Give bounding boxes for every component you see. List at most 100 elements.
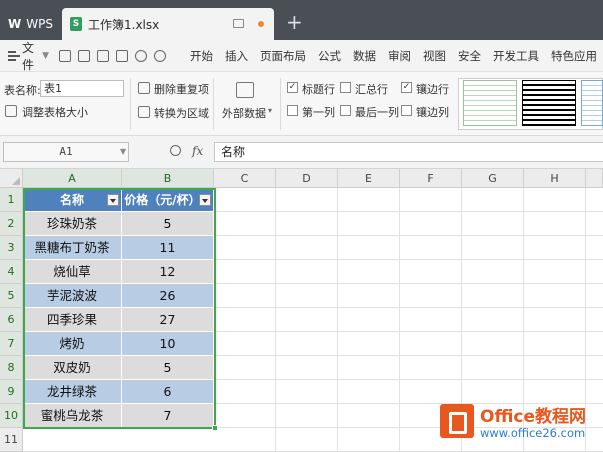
row-header[interactable]: 7: [0, 332, 23, 356]
banded-rows-checkbox[interactable]: ✓: [401, 82, 412, 93]
tab-view[interactable]: 视图: [417, 40, 452, 72]
column-header[interactable]: A: [23, 169, 122, 188]
row-header[interactable]: 2: [0, 212, 23, 236]
column-header[interactable]: B: [122, 169, 214, 188]
table-header-cell[interactable]: 名称: [23, 188, 122, 212]
print-icon[interactable]: [97, 49, 109, 62]
column-header[interactable]: F: [400, 169, 462, 188]
table-style-option[interactable]: [463, 80, 517, 126]
name-box[interactable]: A1: [3, 142, 129, 162]
last-column-label: 最后一列: [355, 106, 399, 119]
table-cell[interactable]: 珍珠奶茶: [23, 212, 122, 236]
column-header[interactable]: H: [524, 169, 586, 188]
table-cell[interactable]: 26: [122, 284, 214, 308]
table-cell[interactable]: 10: [122, 332, 214, 356]
spreadsheet-icon: S: [70, 17, 82, 31]
table-style-option[interactable]: [522, 80, 576, 126]
zoom-icon[interactable]: [170, 145, 181, 156]
tab-developer[interactable]: 开发工具: [487, 40, 545, 72]
ribbon-separator: [280, 78, 281, 130]
ribbon-tabs: 开始 插入 页面布局 公式 数据 审阅 视图 安全 开发工具 特色应用: [184, 40, 603, 72]
table-cell[interactable]: 5: [122, 212, 214, 236]
table-cell[interactable]: 双皮奶: [23, 356, 122, 380]
table-cell[interactable]: 黑糖布丁奶茶: [23, 236, 122, 260]
remove-duplicates-button[interactable]: 删除重复项: [154, 81, 209, 97]
last-column-checkbox[interactable]: [340, 105, 351, 116]
print-preview-icon[interactable]: [116, 49, 128, 62]
export-pdf-icon[interactable]: [78, 49, 90, 62]
table-cell[interactable]: 6: [122, 380, 214, 404]
column-header[interactable]: G: [462, 169, 524, 188]
wps-tab-label: WPS: [26, 17, 53, 31]
wps-home-tab[interactable]: W WPS: [0, 8, 58, 40]
tab-formulas[interactable]: 公式: [312, 40, 347, 72]
table-cell[interactable]: 烤奶: [23, 332, 122, 356]
resize-table-button[interactable]: 调整表格大小: [22, 104, 88, 120]
banded-columns-checkbox[interactable]: [401, 105, 412, 116]
row-header[interactable]: 10: [0, 404, 23, 428]
new-tab-button[interactable]: +: [286, 10, 303, 34]
convert-to-range-button[interactable]: 转换为区域: [154, 105, 209, 121]
tab-review[interactable]: 审阅: [382, 40, 417, 72]
row-header[interactable]: 8: [0, 356, 23, 380]
redo-icon[interactable]: [154, 49, 166, 62]
filter-dropdown-icon[interactable]: [199, 194, 211, 206]
table-cell[interactable]: 27: [122, 308, 214, 332]
watermark: Office教程网 www.office26.com: [438, 400, 600, 448]
tab-data[interactable]: 数据: [347, 40, 382, 72]
grid-line: [399, 188, 400, 452]
function-icon[interactable]: fx: [192, 144, 203, 158]
column-header[interactable]: D: [276, 169, 338, 188]
table-cell[interactable]: 烧仙草: [23, 260, 122, 284]
row-header[interactable]: 6: [0, 308, 23, 332]
filter-dropdown-icon[interactable]: [107, 194, 119, 206]
header-row-checkbox[interactable]: ✓: [287, 82, 298, 93]
table-name-input[interactable]: 表1: [40, 80, 124, 97]
table-cell[interactable]: 芋泥波波: [23, 284, 122, 308]
tab-page-layout[interactable]: 页面布局: [254, 40, 312, 72]
tab-insert[interactable]: 插入: [219, 40, 254, 72]
formula-input[interactable]: 名称: [214, 142, 603, 162]
row-header[interactable]: 1: [0, 188, 23, 212]
table-cell[interactable]: 11: [122, 236, 214, 260]
menu-bar: 文件 ▼ 开始 插入 页面布局 公式 数据 审阅 视图 安全 开发工具 特色应用: [0, 40, 603, 72]
row-header[interactable]: 11: [0, 428, 23, 452]
header-price-label: 价格（元/杯）: [124, 193, 201, 207]
tab-home[interactable]: 开始: [184, 40, 219, 72]
table-cell[interactable]: 5: [122, 356, 214, 380]
chevron-down-icon[interactable]: ▼: [42, 51, 49, 61]
header-row-label: 标题行: [302, 83, 335, 96]
document-tab[interactable]: S 工作簿1.xlsx: [62, 8, 274, 40]
tab-featured[interactable]: 特色应用: [545, 40, 603, 72]
file-menu[interactable]: 文件: [22, 39, 38, 73]
chevron-down-icon[interactable]: ▾: [268, 106, 272, 115]
column-header[interactable]: C: [214, 169, 276, 188]
row-header[interactable]: 9: [0, 380, 23, 404]
undo-icon[interactable]: [135, 49, 147, 62]
row-header[interactable]: 4: [0, 260, 23, 284]
row-header[interactable]: 5: [0, 284, 23, 308]
table-cell[interactable]: 四季珍果: [23, 308, 122, 332]
column-header[interactable]: [586, 169, 603, 188]
chevron-down-icon[interactable]: ▼: [120, 147, 126, 156]
watermark-url: www.office26.com: [480, 426, 586, 440]
tab-security[interactable]: 安全: [452, 40, 487, 72]
table-header-cell[interactable]: 价格（元/杯）: [122, 188, 214, 212]
save-icon[interactable]: [59, 49, 71, 62]
office-logo-icon: [440, 404, 474, 438]
external-data-button[interactable]: 外部数据: [222, 105, 266, 121]
select-all-corner[interactable]: [0, 169, 23, 188]
hamburger-icon[interactable]: [8, 50, 21, 61]
table-cell[interactable]: 12: [122, 260, 214, 284]
fill-handle[interactable]: [212, 425, 218, 431]
table-style-option[interactable]: [581, 80, 603, 126]
external-data-icon: [236, 82, 254, 98]
total-row-checkbox[interactable]: [340, 82, 351, 93]
monitor-icon[interactable]: [233, 19, 244, 28]
column-header[interactable]: E: [338, 169, 400, 188]
row-header[interactable]: 3: [0, 236, 23, 260]
table-cell[interactable]: 蜜桃乌龙茶: [23, 404, 122, 428]
first-column-checkbox[interactable]: [287, 105, 298, 116]
table-cell[interactable]: 7: [122, 404, 214, 428]
table-cell[interactable]: 龙井绿茶: [23, 380, 122, 404]
